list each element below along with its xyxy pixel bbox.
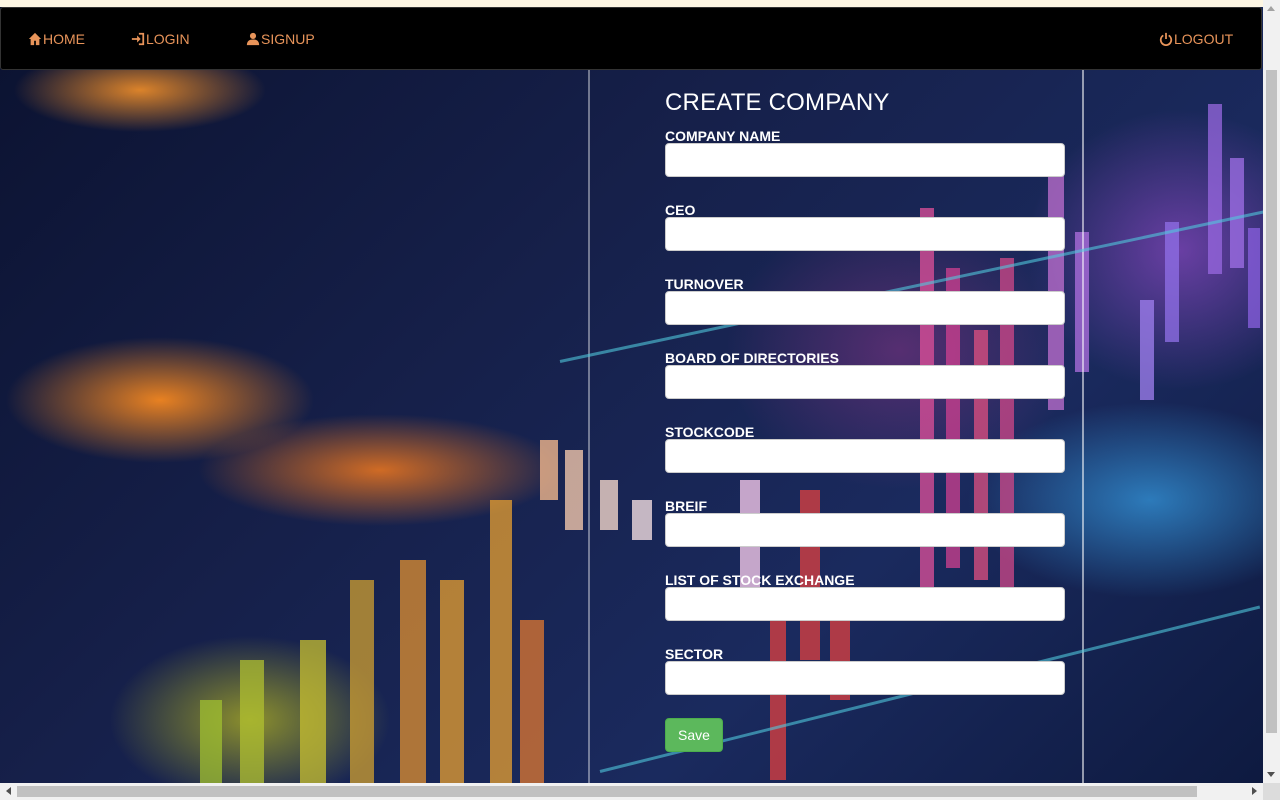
horizontal-scroll-thumb[interactable] [17,786,1197,797]
company-name-input[interactable] [665,143,1065,177]
scroll-down-arrow-icon[interactable] [1267,772,1275,777]
sector-field: SECTOR [665,646,1065,695]
scroll-up-arrow-icon[interactable] [1267,6,1275,11]
brief-field: BREIF [665,498,1065,547]
ceo-input[interactable] [665,217,1065,251]
nav-signup-link[interactable]: SIGNUP [246,30,315,48]
nav-logout-link[interactable]: LOGOUT [1159,30,1233,48]
home-icon [28,32,42,46]
brief-input[interactable] [665,513,1065,547]
create-company-form: CREATE COMPANY COMPANY NAME CEO TURNOVER… [665,88,1065,752]
page [0,0,1263,783]
login-icon [131,32,145,46]
turnover-field: TURNOVER [665,276,1065,325]
scroll-left-arrow-icon[interactable] [6,787,11,795]
vertical-scroll-thumb[interactable] [1266,70,1277,733]
stockcode-input[interactable] [665,439,1065,473]
nav-signup-label: SIGNUP [261,31,315,47]
save-button[interactable]: Save [665,718,723,752]
sector-input[interactable] [665,661,1065,695]
user-icon [246,32,260,46]
scroll-right-arrow-icon[interactable] [1252,787,1257,795]
vertical-scrollbar[interactable] [1263,0,1280,783]
turnover-input[interactable] [665,291,1065,325]
board-of-directories-input[interactable] [665,365,1065,399]
stock-exchange-input[interactable] [665,587,1065,621]
nav-home-label: HOME [43,31,85,47]
navbar: HOME LOGIN SIGNUP LOGOUT [0,7,1262,70]
background-chart-decoration [0,0,1263,783]
scrollbar-corner [1263,783,1280,800]
ceo-field: CEO [665,202,1065,251]
nav-login-label: LOGIN [146,31,190,47]
nav-logout-label: LOGOUT [1174,31,1234,47]
stock-exchange-field: LIST OF STOCK EXCHANGE [665,572,1065,621]
horizontal-scrollbar[interactable] [0,783,1280,800]
stockcode-field: STOCKCODE [665,424,1065,473]
form-title: CREATE COMPANY [665,89,890,116]
nav-home-link[interactable]: HOME [28,30,85,48]
top-strip [0,0,1263,7]
company-name-field: COMPANY NAME [665,128,1065,177]
board-of-directories-field: BOARD OF DIRECTORIES [665,350,1065,399]
nav-login-link[interactable]: LOGIN [131,30,190,48]
power-icon [1159,32,1173,46]
